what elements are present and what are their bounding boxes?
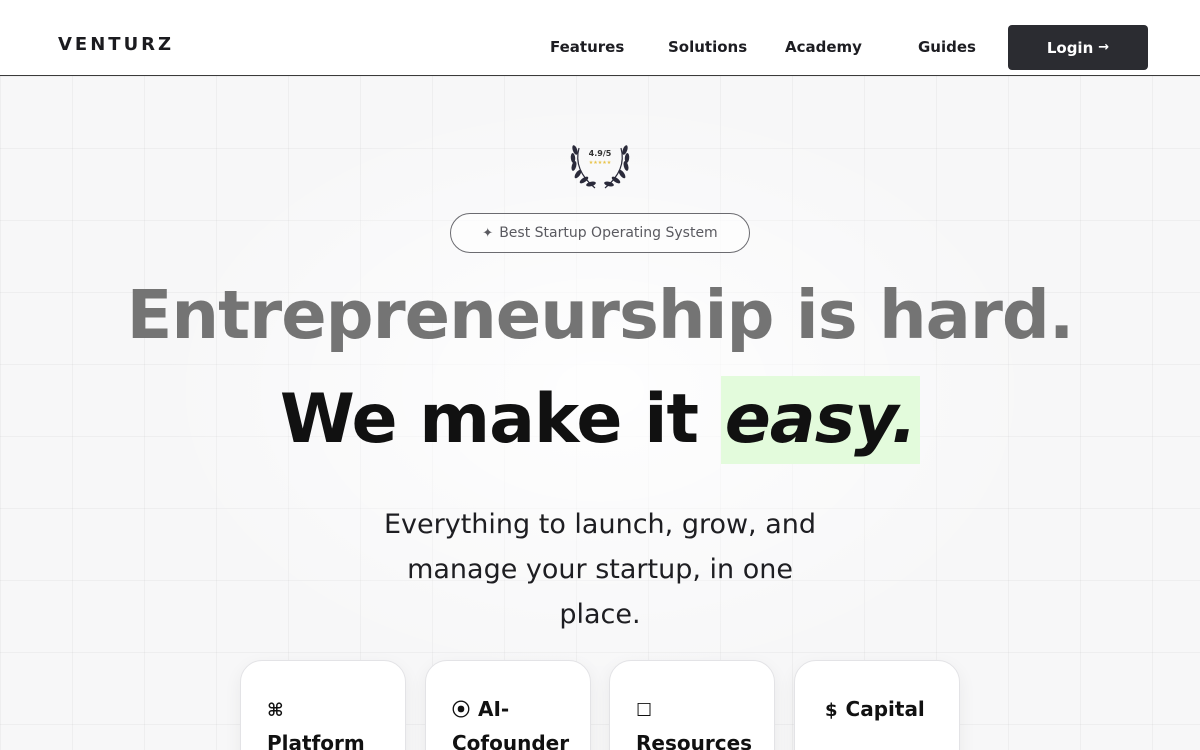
card-title: ⦿ AI- Cofounder	[452, 693, 582, 750]
card-title: ☐ Resources	[636, 693, 766, 750]
hero-subtext: Everything to launch, grow, and manage y…	[383, 509, 817, 630]
card-title-text-2: Cofounder	[452, 731, 570, 750]
nav-guides[interactable]: Guides	[918, 38, 976, 56]
badge-text: Best Startup Operating System	[499, 225, 718, 241]
best-startup-badge: ✦ Best Startup Operating System	[450, 213, 750, 253]
nav-academy[interactable]: Academy	[785, 38, 862, 56]
rating-stars-icon: ★★★★★	[588, 160, 612, 166]
card-title: $ Capital	[825, 693, 955, 727]
nav-solutions[interactable]: Solutions	[668, 38, 747, 56]
card-ai-cofounder[interactable]: ⦿ AI- Cofounder	[425, 660, 591, 750]
card-resources[interactable]: ☐ Resources	[609, 660, 775, 750]
arrow-right-icon: →	[1098, 40, 1110, 55]
login-label: Login	[1046, 38, 1094, 57]
card-title-text: AI-	[478, 697, 510, 721]
headline-primary: Entrepreneurship is hard.	[126, 276, 1075, 354]
rating-award: 4.9/5 ★★★★★	[565, 138, 635, 194]
card-title-text: Resources	[636, 731, 753, 750]
laurel-wreath-icon	[570, 145, 630, 189]
dollar-icon: $	[825, 700, 838, 721]
card-title: ⌘ Platform	[267, 693, 397, 750]
square-icon: ☐	[636, 700, 653, 721]
card-capital[interactable]: $ Capital	[794, 660, 960, 750]
command-icon: ⌘	[267, 700, 284, 721]
top-navbar: VENTURZ Features Solutions Academy Guide…	[0, 0, 1200, 76]
brand-logo[interactable]: VENTURZ	[58, 34, 174, 55]
headline-secondary-main: We make it	[279, 380, 721, 459]
headline-emphasis: easy.	[720, 376, 921, 464]
headline-secondary: We make it easy.	[0, 376, 1200, 464]
card-platform[interactable]: ⌘ Platform	[240, 660, 406, 750]
card-title-text: Capital	[845, 697, 925, 721]
nav-features[interactable]: Features	[550, 38, 624, 56]
login-button[interactable]: Login →	[1008, 25, 1148, 70]
rating-score: 4.9/5	[588, 149, 612, 158]
card-title-text: Platform	[267, 731, 365, 750]
sparkle-icon: ✦	[482, 225, 494, 241]
target-icon: ⦿	[452, 700, 470, 721]
